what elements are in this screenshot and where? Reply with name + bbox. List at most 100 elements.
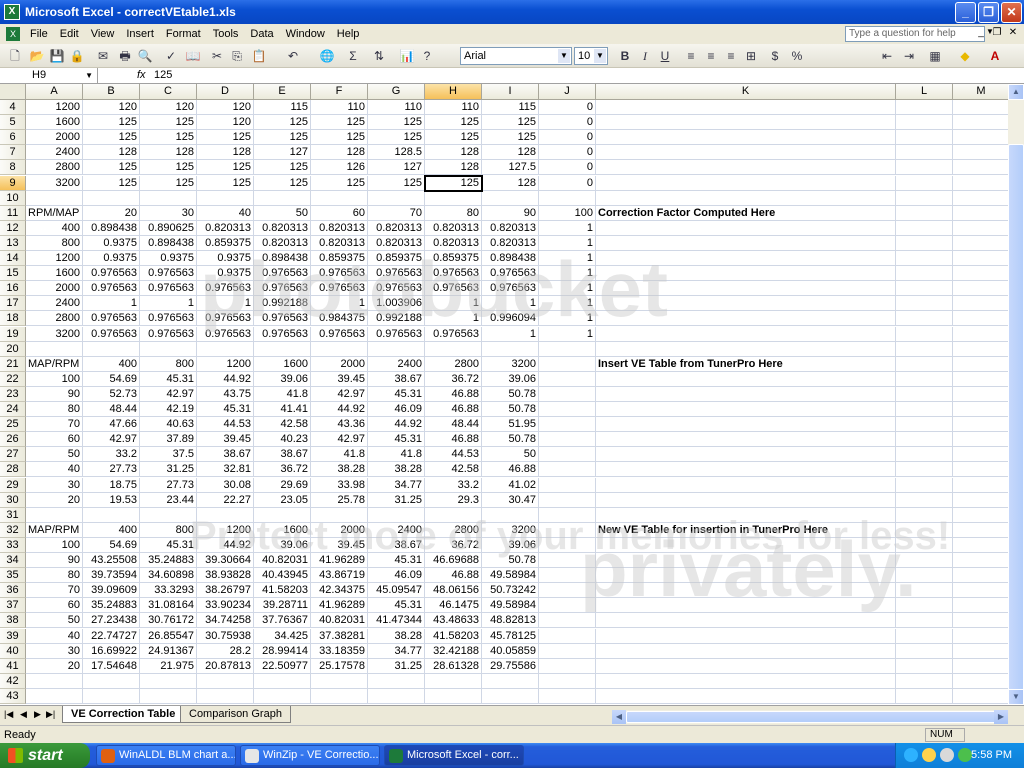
grid-cell[interactable]: 33.90234 [197, 598, 254, 614]
row-header[interactable]: 42 [0, 673, 26, 689]
grid-cell[interactable]: 34.77 [368, 477, 425, 493]
menu-window[interactable]: Window [280, 24, 331, 44]
grid-cell[interactable]: 45.31 [368, 553, 425, 568]
grid-cell[interactable]: 45.31 [197, 402, 254, 417]
grid-cell[interactable]: 90 [482, 205, 539, 221]
grid-cell[interactable] [596, 371, 896, 387]
grid-cell[interactable]: 39.73594 [83, 568, 140, 584]
grid-cell[interactable]: 46.69688 [425, 553, 482, 568]
grid-cell[interactable]: MAP/RPM [26, 356, 83, 372]
grid-cell[interactable]: 54.69 [83, 537, 140, 553]
grid-cell[interactable]: 50.78 [482, 553, 539, 568]
grid-cell[interactable]: 0 [539, 160, 596, 176]
grid-cell[interactable]: 33.3293 [140, 583, 197, 599]
grid-cell[interactable] [539, 507, 596, 523]
grid-cell[interactable] [953, 115, 1008, 131]
grid-cell[interactable] [953, 251, 1008, 266]
grid-cell[interactable] [896, 326, 953, 342]
grid-cell[interactable]: 1600 [26, 115, 83, 131]
formula-input[interactable]: 125 [154, 68, 172, 83]
grid-cell[interactable]: 50 [254, 205, 311, 221]
first-sheet-icon[interactable]: |◀ [4, 709, 13, 720]
grid-cell[interactable] [596, 507, 896, 523]
grid-cell[interactable] [896, 598, 953, 614]
copy-icon[interactable]: ⎘ [228, 47, 246, 65]
hyperlink-icon[interactable]: 🌐 [318, 47, 336, 65]
grid-cell[interactable] [539, 598, 596, 614]
grid-cell[interactable]: 40 [26, 462, 83, 478]
grid-cell[interactable]: 37.38281 [311, 628, 368, 644]
column-header[interactable]: M [953, 84, 1008, 100]
column-header[interactable]: G [368, 84, 425, 100]
grid-cell[interactable]: 42.58 [425, 462, 482, 478]
column-header[interactable]: A [26, 84, 83, 100]
grid-cell[interactable] [896, 402, 953, 417]
grid-cell[interactable]: 46.88 [425, 386, 482, 402]
grid-cell[interactable]: 48.06156 [425, 583, 482, 599]
grid-cell[interactable]: 29.69 [254, 477, 311, 493]
grid-cell[interactable]: 38.28 [311, 462, 368, 478]
row-header[interactable]: 17 [0, 296, 26, 312]
grid-cell[interactable] [953, 659, 1008, 674]
grid-cell[interactable]: 43.36 [311, 417, 368, 433]
grid-cell[interactable]: 1 [539, 266, 596, 282]
grid-cell[interactable] [596, 145, 896, 161]
grid-cell[interactable]: 46.88 [425, 568, 482, 584]
grid-cell[interactable] [953, 372, 1008, 387]
grid-cell[interactable] [83, 190, 140, 206]
grid-cell[interactable]: 1 [539, 220, 596, 236]
grid-cell[interactable]: 2800 [425, 522, 482, 538]
row-header[interactable]: 16 [0, 281, 26, 297]
row-header[interactable]: 37 [0, 598, 26, 614]
grid-cell[interactable] [596, 160, 896, 176]
menu-format[interactable]: Format [160, 24, 207, 44]
grid-cell[interactable]: 0.9375 [83, 251, 140, 266]
grid-cell[interactable]: 125 [425, 115, 482, 131]
grid-cell[interactable]: 30 [26, 477, 83, 493]
grid-cell[interactable]: 1 [539, 251, 596, 266]
grid-cell[interactable]: 128 [482, 145, 539, 161]
grid-cell[interactable]: 110 [311, 100, 368, 115]
grid-cell[interactable]: 1 [539, 296, 596, 312]
grid-cell[interactable]: 0.976563 [368, 266, 425, 282]
taskbar-item-winzip[interactable]: WinZip - VE Correctio... [240, 745, 380, 766]
grid-cell[interactable]: 39.28711 [254, 598, 311, 614]
grid-cell[interactable] [596, 553, 896, 568]
grid-cell[interactable] [254, 688, 311, 704]
grid-cell[interactable] [953, 613, 1008, 629]
grid-cell[interactable]: 40.82031 [311, 613, 368, 629]
grid-cell[interactable]: 0.976563 [254, 281, 311, 297]
grid-cell[interactable]: 45.31 [140, 371, 197, 387]
grid-cell[interactable]: 38.67 [197, 447, 254, 463]
grid-cell[interactable]: 0 [539, 130, 596, 146]
doc-minimize-icon[interactable]: _ [974, 26, 988, 40]
grid-cell[interactable]: 100 [539, 205, 596, 221]
grid-cell[interactable]: 0.9375 [140, 251, 197, 266]
grid-cell[interactable]: 28.61328 [425, 658, 482, 674]
grid-cell[interactable]: 80 [425, 205, 482, 221]
grid-cell[interactable]: 38.67 [368, 371, 425, 387]
doc-close-icon[interactable]: ✕ [1006, 26, 1020, 40]
grid-cell[interactable]: 50.78 [482, 432, 539, 448]
grid-cell[interactable] [953, 130, 1008, 146]
grid-cell[interactable] [953, 493, 1008, 508]
grid-cell[interactable]: 125 [424, 174, 483, 192]
grid-cell[interactable] [896, 553, 953, 568]
permission-icon[interactable]: 🔒 [68, 47, 86, 65]
grid-cell[interactable]: 20 [26, 658, 83, 674]
grid-cell[interactable]: 44.53 [197, 417, 254, 433]
grid-cell[interactable]: 37.89 [140, 432, 197, 448]
row-header[interactable]: 22 [0, 371, 26, 387]
grid-cell[interactable] [26, 190, 83, 206]
row-header[interactable]: 30 [0, 492, 26, 508]
row-header[interactable]: 21 [0, 356, 26, 372]
grid-cell[interactable]: 0.976563 [254, 326, 311, 342]
grid-cell[interactable]: 0.859375 [368, 251, 425, 266]
grid-cell[interactable]: 0.976563 [83, 281, 140, 297]
currency-icon[interactable]: $ [766, 47, 784, 65]
row-header[interactable]: 9 [0, 175, 26, 191]
grid-cell[interactable] [539, 613, 596, 629]
grid-cell[interactable]: 50.73242 [482, 583, 539, 599]
grid-cell[interactable]: 38.67 [254, 447, 311, 463]
scroll-up-icon[interactable]: ▲ [1008, 84, 1024, 100]
